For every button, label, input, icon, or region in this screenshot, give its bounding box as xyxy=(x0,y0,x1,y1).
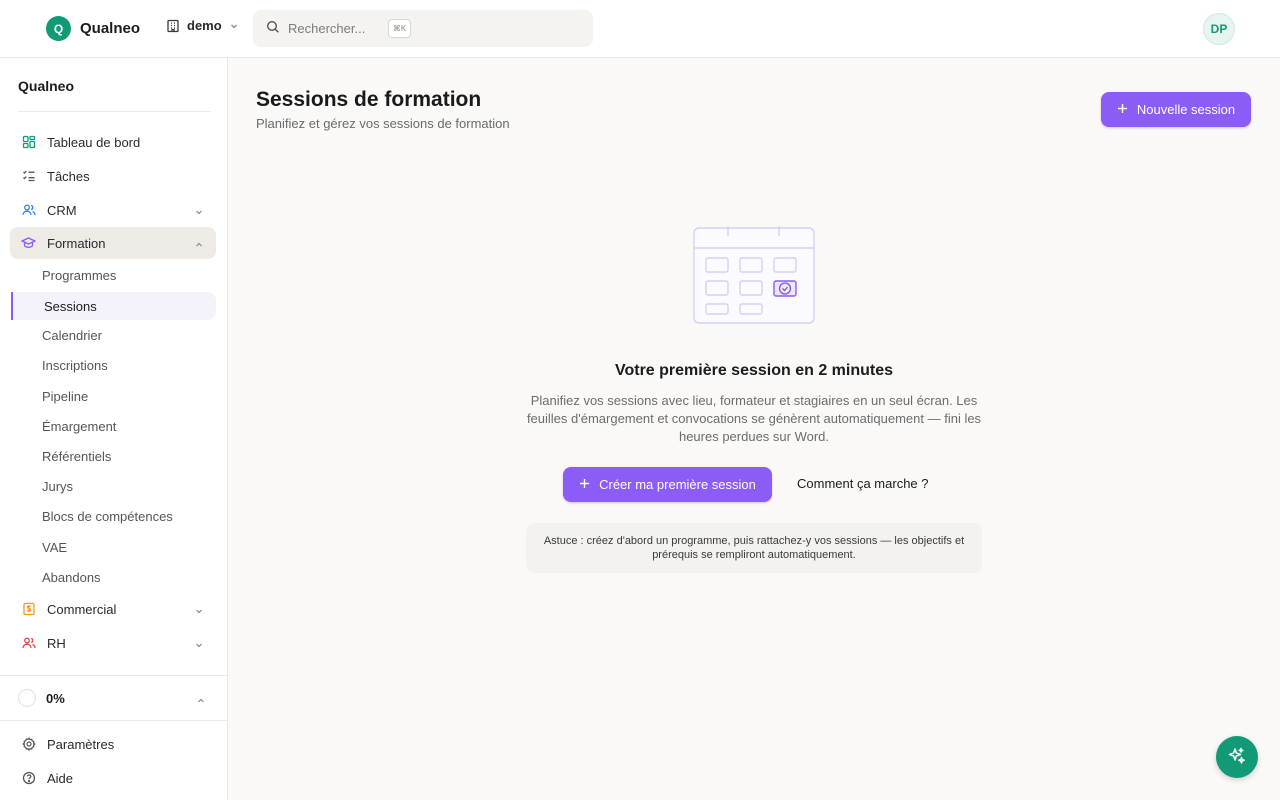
graduation-cap-icon xyxy=(21,236,36,251)
sidebar-sub-pipeline[interactable]: Pipeline xyxy=(42,389,88,404)
search-shortcut: ⌘K xyxy=(388,19,411,38)
sidebar-item-label: Tâches xyxy=(47,168,90,184)
help-circle-icon xyxy=(21,771,36,786)
sidebar-item-crm[interactable]: CRM xyxy=(10,194,216,226)
sidebar-item-label: Tableau de bord xyxy=(47,134,141,150)
chevron-down-icon xyxy=(229,21,239,31)
sidebar-item-help[interactable]: Aide xyxy=(10,762,216,794)
plus-icon xyxy=(1117,102,1128,117)
divider xyxy=(18,111,211,112)
building-icon xyxy=(166,19,180,33)
create-first-session-label: Créer ma première session xyxy=(599,477,756,492)
sidebar-item-label: Formation xyxy=(47,235,106,251)
search-bar[interactable]: ⌘K xyxy=(253,10,593,47)
brand-logo: Q xyxy=(46,16,71,41)
new-session-label: Nouvelle session xyxy=(1136,102,1236,117)
sidebar-title: Qualneo xyxy=(18,78,75,94)
chevron-down-icon xyxy=(194,638,204,653)
empty-state-description: Planifiez vos sessions avec lieu, format… xyxy=(526,393,982,444)
sidebar-item-tasks[interactable]: Tâches xyxy=(10,160,216,192)
search-icon xyxy=(266,20,280,37)
onboarding-progress[interactable]: 0% xyxy=(18,686,214,710)
workspace-switcher[interactable]: demo xyxy=(166,18,239,33)
page-title: Sessions de formation xyxy=(256,88,482,111)
sidebar: Qualneo Tableau de bord Tâches CRM Forma… xyxy=(0,58,228,800)
chevron-up-icon xyxy=(196,694,206,709)
sparkles-icon xyxy=(1227,746,1247,769)
workspace-name: demo xyxy=(187,18,222,33)
sidebar-sub-calendrier[interactable]: Calendrier xyxy=(42,328,102,343)
progress-ring xyxy=(18,689,36,707)
people-icon xyxy=(21,636,36,651)
chevron-down-icon xyxy=(194,205,204,220)
how-it-works-link[interactable]: Comment ça marche ? xyxy=(797,476,929,491)
empty-state-title: Votre première session en 2 minutes xyxy=(614,362,894,379)
plus-icon xyxy=(579,477,590,492)
sidebar-item-dashboard[interactable]: Tableau de bord xyxy=(10,126,216,158)
sidebar-sub-sessions[interactable]: Sessions xyxy=(11,292,216,320)
tip-text: Astuce : créez d'abord un programme, pui… xyxy=(543,535,965,561)
sidebar-item-label: CRM xyxy=(47,202,77,218)
calendar-illustration-icon xyxy=(693,226,815,327)
sidebar-sub-referentiels[interactable]: Référentiels xyxy=(42,449,111,464)
users-icon xyxy=(21,203,36,218)
gear-icon xyxy=(21,737,36,752)
divider xyxy=(0,675,227,676)
brand-name: Qualneo xyxy=(80,20,141,37)
sidebar-item-rh[interactable]: RH xyxy=(10,627,216,659)
sidebar-sub-emargement[interactable]: Émargement xyxy=(42,419,116,434)
page-subtitle: Planifiez et gérez vos sessions de forma… xyxy=(256,116,510,131)
progress-value: 0% xyxy=(46,690,65,706)
sidebar-sub-programmes[interactable]: Programmes xyxy=(42,268,116,283)
sidebar-item-label: Paramètres xyxy=(47,736,115,752)
sidebar-item-commercial[interactable]: Commercial xyxy=(10,593,216,625)
create-first-session-button[interactable]: Créer ma première session xyxy=(563,467,772,502)
sidebar-item-label: RH xyxy=(47,635,66,651)
sidebar-sub-jurys[interactable]: Jurys xyxy=(42,479,73,494)
sidebar-item-label: Commercial xyxy=(47,601,117,617)
top-bar: Q Qualneo demo ⌘K DP xyxy=(0,0,1280,58)
main-content: Sessions de formation Planifiez et gérez… xyxy=(228,58,1280,800)
divider xyxy=(0,720,227,721)
sidebar-sub-abandons[interactable]: Abandons xyxy=(42,570,101,585)
dollar-doc-icon xyxy=(21,602,36,617)
chevron-down-icon xyxy=(194,604,204,619)
chevron-up-icon xyxy=(194,238,204,253)
tip-box: Astuce : créez d'abord un programme, pui… xyxy=(526,523,982,573)
sidebar-item-settings[interactable]: Paramètres xyxy=(10,728,216,760)
sidebar-item-formation[interactable]: Formation xyxy=(10,227,216,259)
sidebar-sub-inscriptions[interactable]: Inscriptions xyxy=(42,358,108,373)
sidebar-item-label: Aide xyxy=(47,770,74,786)
list-check-icon xyxy=(21,169,36,184)
brand[interactable]: Q Qualneo xyxy=(46,16,140,41)
search-input[interactable] xyxy=(288,21,380,36)
sidebar-sub-blocs[interactable]: Blocs de compétences xyxy=(42,509,173,524)
dashboard-icon xyxy=(21,135,36,150)
ai-assistant-button[interactable] xyxy=(1216,736,1258,778)
scroll-fade xyxy=(0,663,227,685)
user-avatar[interactable]: DP xyxy=(1203,13,1235,45)
new-session-button[interactable]: Nouvelle session xyxy=(1101,92,1251,127)
sidebar-sub-vae[interactable]: VAE xyxy=(42,540,67,555)
